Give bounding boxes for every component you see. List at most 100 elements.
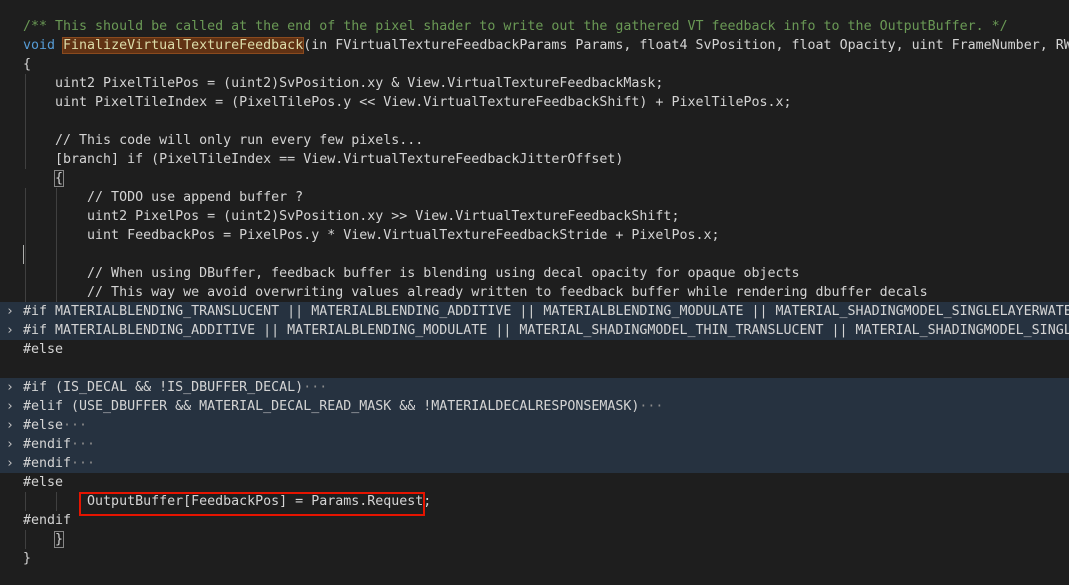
code-line[interactable]: › #else··· [0, 416, 1069, 435]
code-line[interactable] [0, 112, 1069, 131]
fold-chevron-icon[interactable]: › [6, 435, 20, 454]
code-token: ··· [639, 399, 664, 414]
code-text: #if MATERIALBLENDING_TRANSLUCENT || MATE… [23, 302, 1069, 321]
code-text: uint PixelTileIndex = (PixelTilePos.y <<… [23, 93, 792, 112]
code-token: /** This should be called at the end of … [23, 19, 1008, 34]
fold-chevron-icon [6, 492, 20, 511]
code-token: #if MATERIALBLENDING_TRANSLUCENT || MATE… [23, 304, 1069, 319]
code-token: ··· [71, 456, 96, 471]
code-line[interactable]: void FinalizeVirtualTextureFeedback(in F… [0, 36, 1069, 55]
code-line[interactable]: /** This should be called at the end of … [0, 17, 1069, 36]
code-line[interactable] [0, 245, 1069, 264]
code-line[interactable]: › #if MATERIALBLENDING_ADDITIVE || MATERI… [0, 321, 1069, 340]
code-line[interactable]: #else [0, 473, 1069, 492]
code-line[interactable] [0, 359, 1069, 378]
fold-chevron-icon[interactable]: › [6, 397, 20, 416]
code-text: { [23, 169, 65, 188]
code-line[interactable]: › #endif··· [0, 435, 1069, 454]
code-text: #endif··· [23, 435, 95, 454]
fold-chevron-icon[interactable]: › [6, 378, 20, 397]
code-line[interactable]: [branch] if (PixelTileIndex == View.Virt… [0, 150, 1069, 169]
code-text: // This way we avoid overwriting values … [23, 283, 928, 302]
code-token: // This code will only run every few pix… [23, 133, 424, 148]
code-line[interactable]: › #if (IS_DECAL && !IS_DBUFFER_DECAL)··· [0, 378, 1069, 397]
fold-chevron-icon [6, 150, 20, 169]
code-token: // When using DBuffer, feedback buffer i… [23, 266, 800, 281]
code-token: void [23, 38, 64, 53]
matched-bracket: } [54, 531, 65, 548]
code-token: uint PixelTileIndex = (PixelTilePos.y <<… [23, 95, 792, 110]
code-line[interactable]: uint2 PixelTilePos = (uint2)SvPosition.x… [0, 74, 1069, 93]
fold-chevron-icon[interactable]: › [6, 416, 20, 435]
matched-bracket: { [54, 170, 65, 187]
code-token: #else [23, 418, 64, 433]
code-line[interactable]: // This code will only run every few pix… [0, 131, 1069, 150]
code-line[interactable]: } [0, 549, 1069, 568]
code-line[interactable]: { [0, 169, 1069, 188]
code-text: #elif (USE_DBUFFER && MATERIAL_DECAL_REA… [23, 397, 663, 416]
code-text: #else··· [23, 416, 87, 435]
fold-chevron-icon [6, 264, 20, 283]
highlighted-function-name: FinalizeVirtualTextureFeedback [62, 37, 305, 54]
code-line[interactable]: › #elif (USE_DBUFFER && MATERIAL_DECAL_RE… [0, 397, 1069, 416]
code-text: } [23, 549, 31, 568]
fold-chevron-icon[interactable]: › [6, 321, 20, 340]
code-line[interactable]: uint2 PixelPos = (uint2)SvPosition.xy >>… [0, 207, 1069, 226]
code-text: #else [23, 473, 63, 492]
fold-chevron-icon [6, 55, 20, 74]
fold-chevron-icon [6, 131, 20, 150]
code-token: ··· [303, 380, 328, 395]
fold-chevron-icon [6, 340, 20, 359]
fold-chevron-icon [6, 245, 20, 264]
fold-chevron-icon [6, 74, 20, 93]
code-token: { [23, 57, 32, 72]
code-text: uint2 PixelTilePos = (uint2)SvPosition.x… [23, 74, 663, 93]
code-token: #else [23, 342, 64, 357]
code-token: OutputBuffer[FeedbackPos] = Params.Reque… [23, 494, 432, 509]
code-editor[interactable]: /** This should be called at the end of … [0, 0, 1069, 585]
code-text: #endif··· [23, 454, 95, 473]
code-text: OutputBuffer[FeedbackPos] = Params.Reque… [23, 492, 431, 511]
code-text: [branch] if (PixelTileIndex == View.Virt… [23, 150, 623, 169]
code-token: #endif [23, 513, 72, 528]
code-token: uint2 PixelPos = (uint2)SvPosition.xy >>… [23, 209, 680, 224]
code-line[interactable]: } [0, 530, 1069, 549]
code-line[interactable]: // TODO use append buffer ? [0, 188, 1069, 207]
fold-chevron-icon [6, 226, 20, 245]
code-line[interactable]: // This way we avoid overwriting values … [0, 283, 1069, 302]
code-token: { [23, 170, 65, 187]
code-text: void FinalizeVirtualTextureFeedback(in F… [23, 36, 1069, 55]
fold-chevron-icon [6, 93, 20, 112]
code-token: uint FeedbackPos = PixelPos.y * View.Vir… [23, 228, 720, 243]
code-token: } [23, 551, 32, 566]
code-text: #if MATERIALBLENDING_ADDITIVE || MATERIA… [23, 321, 1069, 340]
fold-chevron-icon [6, 36, 20, 55]
code-lines[interactable]: /** This should be called at the end of … [0, 17, 1069, 568]
code-line[interactable]: uint PixelTileIndex = (PixelTilePos.y <<… [0, 93, 1069, 112]
code-line[interactable]: › #endif··· [0, 454, 1069, 473]
code-token: ··· [71, 437, 96, 452]
fold-chevron-icon[interactable]: › [6, 454, 20, 473]
code-line[interactable]: OutputBuffer[FeedbackPos] = Params.Reque… [0, 492, 1069, 511]
code-text: } [23, 530, 65, 549]
code-line[interactable]: // When using DBuffer, feedback buffer i… [0, 264, 1069, 283]
code-line[interactable]: #else [0, 340, 1069, 359]
fold-chevron-icon[interactable]: › [6, 302, 20, 321]
fold-chevron-icon [6, 511, 20, 530]
fold-chevron-icon [6, 112, 20, 131]
code-line[interactable]: #endif [0, 511, 1069, 530]
indent-guide [55, 245, 57, 264]
code-text: // TODO use append buffer ? [23, 188, 303, 207]
fold-chevron-icon [6, 530, 20, 549]
text-cursor [23, 245, 24, 264]
code-line[interactable]: { [0, 55, 1069, 74]
code-token: #if (IS_DECAL && !IS_DBUFFER_DECAL) [23, 380, 304, 395]
code-token: [branch] if (PixelTileIndex == View.Virt… [23, 152, 624, 167]
code-text: uint2 PixelPos = (uint2)SvPosition.xy >>… [23, 207, 679, 226]
code-token: uint2 PixelTilePos = (uint2)SvPosition.x… [23, 76, 664, 91]
fold-chevron-icon [6, 207, 20, 226]
code-line[interactable]: › #if MATERIALBLENDING_TRANSLUCENT || MAT… [0, 302, 1069, 321]
code-line[interactable]: uint FeedbackPos = PixelPos.y * View.Vir… [0, 226, 1069, 245]
code-text: #else [23, 340, 63, 359]
fold-chevron-icon [6, 283, 20, 302]
